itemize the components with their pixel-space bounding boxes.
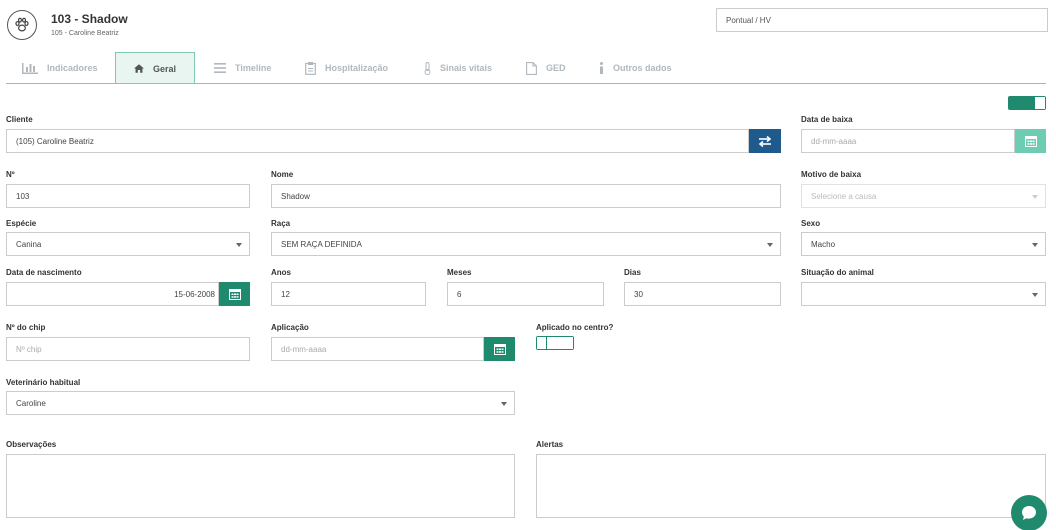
info-icon [600,62,603,74]
chip-field[interactable]: Nº chip [6,337,250,361]
tab-label: Indicadores [47,63,98,73]
veterinario-label: Veterinário habitual [6,378,81,387]
especie-label: Espécie [6,219,37,228]
numero-label: Nº [6,170,15,179]
dias-field[interactable]: 30 [624,282,781,306]
motivo-baixa-select[interactable]: Selecione a causa [801,184,1046,208]
alertas-textarea[interactable] [536,454,1046,518]
chat-button[interactable] [1011,495,1047,530]
data-baixa-field[interactable]: dd-mm-aaaa [801,129,1015,153]
tab-timeline[interactable]: Timeline [214,52,271,84]
chevron-down-icon [501,402,507,406]
data-baixa-label: Data de baixa [801,115,853,124]
tabs-divider [6,83,1046,84]
anos-field[interactable]: 12 [271,282,426,306]
chevron-down-icon [1032,293,1038,297]
nome-field[interactable]: Shadow [271,184,781,208]
chat-bubble-icon [1022,506,1036,520]
chevron-down-icon [767,243,773,247]
chevron-down-icon [1032,195,1038,199]
swap-icon [758,135,772,147]
nascimento-label: Data de nascimento [6,268,82,277]
situacao-select[interactable] [801,282,1046,306]
raca-value: SEM RAÇA DEFINIDA [281,239,362,249]
status-toggle[interactable] [1008,96,1046,110]
tab-outros-dados[interactable]: Outros dados [599,52,672,84]
document-icon [526,61,537,75]
bar-chart-icon [22,62,38,74]
thermometer-icon [424,61,431,75]
tab-sinais-vitais[interactable]: Sinais vitais [424,52,492,84]
page-title: 103 - Shadow [51,12,128,26]
especie-select[interactable]: Canina [6,232,250,256]
chevron-down-icon [236,243,242,247]
tab-geral[interactable]: Geral [115,52,195,84]
context-select[interactable]: Pontual / HV [716,8,1048,32]
tab-label: Hospitalização [325,63,389,73]
sexo-value: Macho [811,239,836,249]
nascimento-field[interactable]: 15-06-2008 [6,282,219,306]
veterinario-value: Caroline [16,398,46,408]
nascimento-value: 15-06-2008 [174,289,215,299]
tab-label: Outros dados [613,63,672,73]
tab-ged[interactable]: GED [526,52,566,84]
calendar-icon [228,289,241,300]
cliente-field[interactable]: (105) Caroline Beatriz [6,129,749,153]
observacoes-label: Observações [6,440,57,449]
aplicado-centro-toggle[interactable] [536,336,574,350]
page-subtitle: 105 - Caroline Beatriz [51,30,119,37]
chip-label: Nº do chip [6,323,46,332]
observacoes-textarea[interactable] [6,454,515,518]
paw-avatar-icon [7,10,37,40]
meses-field[interactable]: 6 [447,282,604,306]
meses-label: Meses [447,268,472,277]
raca-select[interactable]: SEM RAÇA DEFINIDA [271,232,781,256]
motivo-baixa-label: Motivo de baixa [801,170,862,179]
chevron-down-icon [1032,243,1038,247]
tab-label: Geral [152,63,176,74]
list-icon [214,63,226,73]
aplicacao-field[interactable]: dd-mm-aaaa [271,337,484,361]
nascimento-calendar-button[interactable] [219,282,250,306]
alertas-label: Alertas [536,440,564,449]
nome-label: Nome [271,170,294,179]
clipboard-icon [305,61,316,75]
swap-client-button[interactable] [749,129,781,153]
data-baixa-calendar-button[interactable] [1015,129,1046,153]
sexo-label: Sexo [801,219,821,228]
numero-field[interactable]: 103 [6,184,250,208]
tab-label: Sinais vitais [440,63,493,73]
aplicacao-label: Aplicação [271,323,309,332]
calendar-icon [1024,136,1037,147]
dias-label: Dias [624,268,641,277]
tab-label: GED [546,63,566,73]
tab-label: Timeline [235,63,272,73]
tab-indicadores[interactable]: Indicadores [22,52,98,84]
especie-value: Canina [16,239,42,249]
aplicacao-calendar-button[interactable] [484,337,515,361]
motivo-baixa-placeholder: Selecione a causa [811,191,877,201]
cliente-label: Cliente [6,115,33,124]
sexo-select[interactable]: Macho [801,232,1046,256]
raca-label: Raça [271,219,291,228]
home-icon [134,64,144,73]
situacao-label: Situação do animal [801,268,874,277]
calendar-icon [493,344,506,355]
veterinario-select[interactable]: Caroline [6,391,515,415]
aplicado-centro-label: Aplicado no centro? [536,323,614,332]
anos-label: Anos [271,268,291,277]
tab-hospitalizacao[interactable]: Hospitalização [305,52,388,84]
